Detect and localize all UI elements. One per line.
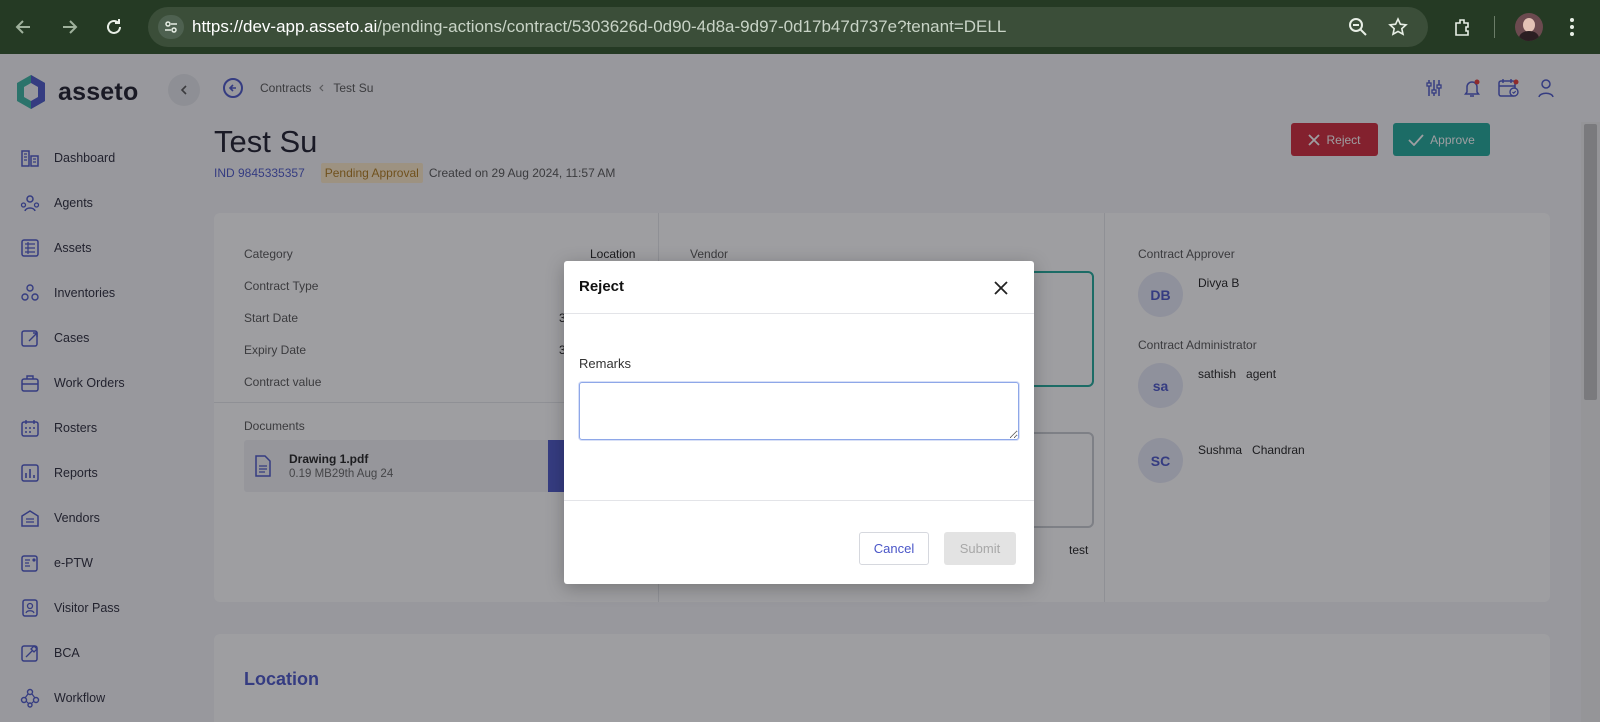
arrow-left-icon bbox=[15, 20, 30, 34]
bookmark-star-icon[interactable] bbox=[1384, 0, 1412, 54]
close-icon bbox=[994, 281, 1008, 295]
divider bbox=[564, 313, 1034, 314]
arrow-right-icon bbox=[63, 20, 78, 34]
profile-avatar[interactable] bbox=[1515, 13, 1543, 41]
url-text: https://dev-app.asseto.ai/pending-action… bbox=[192, 17, 1007, 36]
extensions-icon[interactable] bbox=[1448, 0, 1476, 54]
submit-button[interactable]: Submit bbox=[944, 532, 1016, 565]
kebab-menu-icon[interactable] bbox=[1562, 0, 1582, 54]
forward-button[interactable] bbox=[52, 10, 86, 44]
reject-modal: Reject Remarks Cancel Submit bbox=[564, 261, 1034, 584]
remarks-label: Remarks bbox=[579, 356, 632, 371]
address-bar[interactable]: https://dev-app.asseto.ai/pending-action… bbox=[148, 7, 1428, 47]
cancel-button[interactable]: Cancel bbox=[859, 532, 929, 565]
modal-title: Reject bbox=[579, 278, 625, 295]
modal-close-button[interactable] bbox=[990, 277, 1012, 299]
reload-icon bbox=[107, 19, 121, 34]
remarks-textarea[interactable] bbox=[579, 382, 1019, 440]
back-button[interactable] bbox=[7, 10, 41, 44]
zoom-icon[interactable] bbox=[1344, 0, 1372, 54]
toolbar-divider bbox=[1494, 16, 1495, 38]
site-info-icon[interactable] bbox=[158, 15, 184, 39]
browser-toolbar: https://dev-app.asseto.ai/pending-action… bbox=[0, 0, 1600, 54]
reload-button[interactable] bbox=[97, 10, 131, 44]
divider bbox=[564, 500, 1034, 501]
